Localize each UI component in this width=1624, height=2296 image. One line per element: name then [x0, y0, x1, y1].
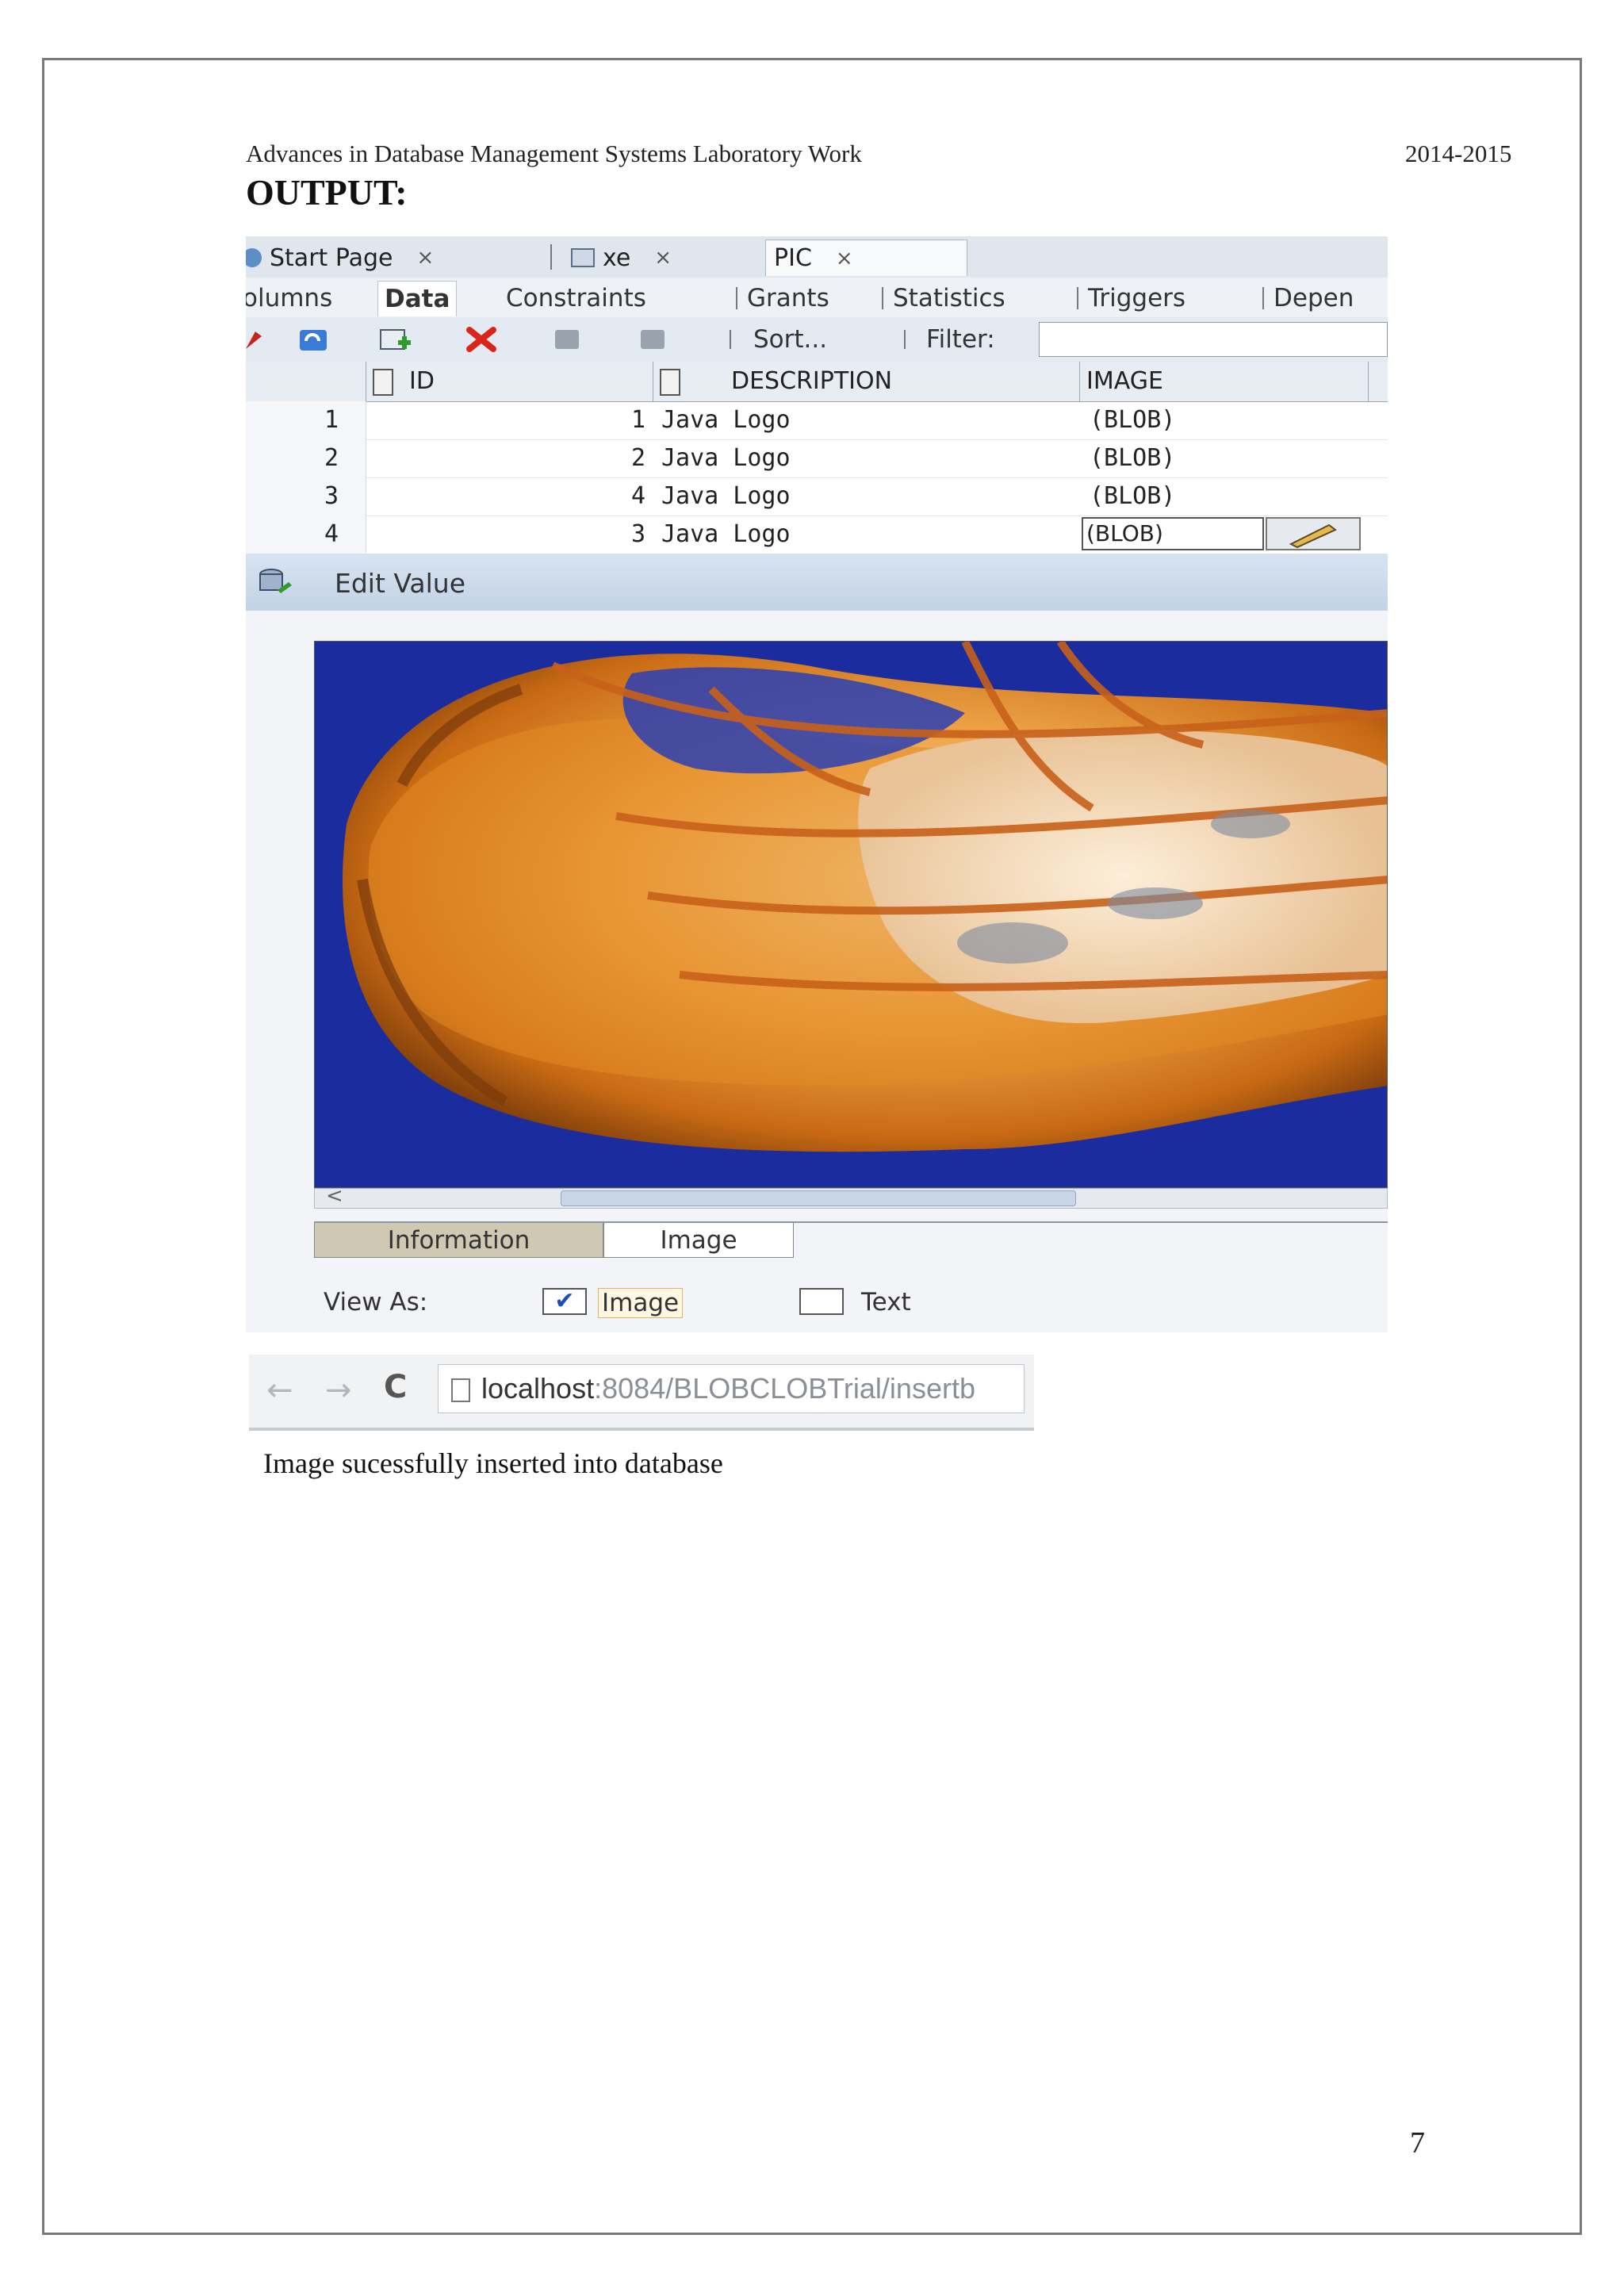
text-checkbox[interactable]: [799, 1288, 844, 1315]
url-path: :8084/BLOBCLOBTrial/insertb: [594, 1372, 975, 1405]
scroll-left-arrow[interactable]: <: [326, 1184, 343, 1208]
section-title: OUTPUT:: [246, 172, 408, 213]
toolbar-separator: [904, 330, 906, 349]
pencil-icon: [1289, 523, 1337, 549]
column-header-description[interactable]: DESCRIPTION: [653, 362, 1080, 401]
cell-image[interactable]: (BLOB): [1090, 439, 1175, 477]
delete-row-icon[interactable]: [465, 325, 498, 354]
cell-id[interactable]: 1: [366, 401, 645, 439]
tab-xe[interactable]: xe ×: [563, 240, 730, 276]
tab-columns[interactable]: olumns: [246, 281, 339, 316]
insert-row-icon[interactable]: [379, 325, 412, 354]
close-icon[interactable]: ×: [654, 246, 672, 270]
object-sub-tab-bar: olumns Data Constraints Grants Statistic…: [246, 278, 1388, 318]
tab-dependencies[interactable]: Depen: [1267, 281, 1360, 316]
tab-data[interactable]: Data: [377, 281, 458, 316]
filter-input[interactable]: [1039, 322, 1388, 357]
tab-separator: [550, 244, 552, 270]
refresh-icon[interactable]: [297, 325, 330, 354]
connection-icon: [571, 248, 595, 267]
tab-grants[interactable]: Grants: [741, 281, 836, 316]
data-grid: ID DESCRIPTION IMAGE 1 1 Java Logo (BLOB…: [246, 362, 1388, 554]
document-tab-bar: Start Page × xe × PIC ×: [246, 236, 1388, 558]
result-message: Image sucessfully inserted into database: [263, 1447, 723, 1479]
cell-description[interactable]: Java Logo: [661, 401, 791, 439]
tab-information[interactable]: Information: [314, 1223, 603, 1258]
url-host: localhost: [481, 1372, 595, 1405]
primary-key-icon: [660, 368, 680, 396]
table-row[interactable]: 2 2 Java Logo (BLOB): [246, 439, 1388, 478]
row-number-header: [246, 362, 366, 401]
edit-blob-button[interactable]: [1266, 517, 1361, 550]
view-as-options: View As: ✔ Image Text: [324, 1283, 1116, 1321]
tab-label: PIC: [774, 244, 812, 272]
dialog-title: Edit Value: [335, 568, 466, 599]
table-row[interactable]: 3 4 Java Logo (BLOB): [246, 477, 1388, 516]
tab-statistics[interactable]: Statistics: [887, 281, 1012, 316]
pin-icon[interactable]: [246, 325, 274, 354]
data-toolbar: Sort... Filter:: [246, 317, 1388, 362]
column-header-image[interactable]: IMAGE: [1080, 362, 1369, 401]
tab-separator: [882, 287, 883, 309]
reload-icon[interactable]: C: [384, 1369, 407, 1405]
database-edit-icon: [259, 569, 292, 593]
tab-start-page[interactable]: Start Page ×: [246, 240, 522, 276]
blob-image-preview: [314, 641, 1388, 1188]
back-icon[interactable]: ←: [266, 1372, 293, 1409]
tab-separator: [1262, 287, 1264, 309]
address-bar[interactable]: localhost:8084/BLOBCLOBTrial/insertb: [438, 1364, 1025, 1413]
row-number: 3: [246, 477, 366, 516]
commit-icon[interactable]: [550, 325, 584, 354]
browser-toolbar: ← → C localhost:8084/BLOBCLOBTrial/inser…: [249, 1355, 1034, 1431]
tab-separator: [736, 287, 737, 309]
row-number: 4: [246, 516, 366, 554]
tab-label: Start Page: [270, 243, 393, 272]
image-checkbox[interactable]: ✔: [542, 1288, 587, 1315]
rollback-icon[interactable]: [636, 325, 669, 354]
forward-icon[interactable]: →: [325, 1372, 352, 1409]
horizontal-scrollbar[interactable]: <: [314, 1184, 1388, 1209]
tab-triggers[interactable]: Triggers: [1082, 281, 1192, 316]
tab-label: xe: [603, 243, 631, 272]
toolbar-separator: [730, 330, 731, 349]
tab-image[interactable]: Image: [603, 1223, 794, 1258]
primary-key-icon: [373, 368, 393, 396]
edit-value-dialog-body: < Information Image View As: ✔ Image Tex…: [246, 611, 1388, 1332]
cell-id[interactable]: 3: [366, 516, 645, 554]
jellyfish-image: [315, 642, 1387, 1187]
text-option-label[interactable]: Text: [861, 1288, 911, 1317]
blob-cell-editor[interactable]: (BLOB): [1082, 517, 1264, 550]
cell-id[interactable]: 2: [366, 439, 645, 477]
start-page-icon: [246, 248, 262, 267]
grid-header-row: ID DESCRIPTION IMAGE: [246, 362, 1388, 402]
table-row[interactable]: 4 3 Java Logo (BLOB): [246, 516, 1388, 554]
row-number: 2: [246, 439, 366, 477]
view-as-label: View As:: [324, 1288, 428, 1317]
page-number: 7: [1410, 2126, 1425, 2160]
cell-image[interactable]: (BLOB): [1090, 401, 1175, 439]
cell-image[interactable]: (BLOB): [1090, 477, 1175, 516]
sort-button[interactable]: Sort...: [753, 325, 827, 354]
close-icon[interactable]: ×: [836, 247, 853, 270]
row-number: 1: [246, 401, 366, 439]
cell-description[interactable]: Java Logo: [661, 439, 791, 477]
cell-description[interactable]: Java Logo: [661, 516, 791, 554]
filter-label: Filter:: [926, 325, 995, 354]
edit-value-dialog-header: Edit Value: [246, 554, 1388, 611]
view-tab-bar: Information Image: [314, 1221, 1388, 1263]
image-option-label[interactable]: Image: [598, 1288, 684, 1318]
tab-pic[interactable]: PIC ×: [765, 240, 1388, 558]
page-icon: [451, 1378, 470, 1403]
close-icon[interactable]: ×: [416, 246, 434, 270]
running-header-title: Advances in Database Management Systems …: [246, 140, 862, 167]
cell-id[interactable]: 4: [366, 477, 645, 516]
cell-description[interactable]: Java Logo: [661, 477, 791, 516]
sql-developer-screenshot: Start Page × xe × PIC × olumns Data Cons…: [246, 236, 1388, 1332]
tab-constraints[interactable]: Constraints: [500, 281, 653, 316]
table-row[interactable]: 1 1 Java Logo (BLOB): [246, 401, 1388, 440]
running-header-year: 2014-2015: [1405, 140, 1512, 167]
column-header-id[interactable]: ID: [366, 362, 653, 401]
tab-separator: [1077, 287, 1078, 309]
scroll-thumb[interactable]: [561, 1190, 1076, 1206]
